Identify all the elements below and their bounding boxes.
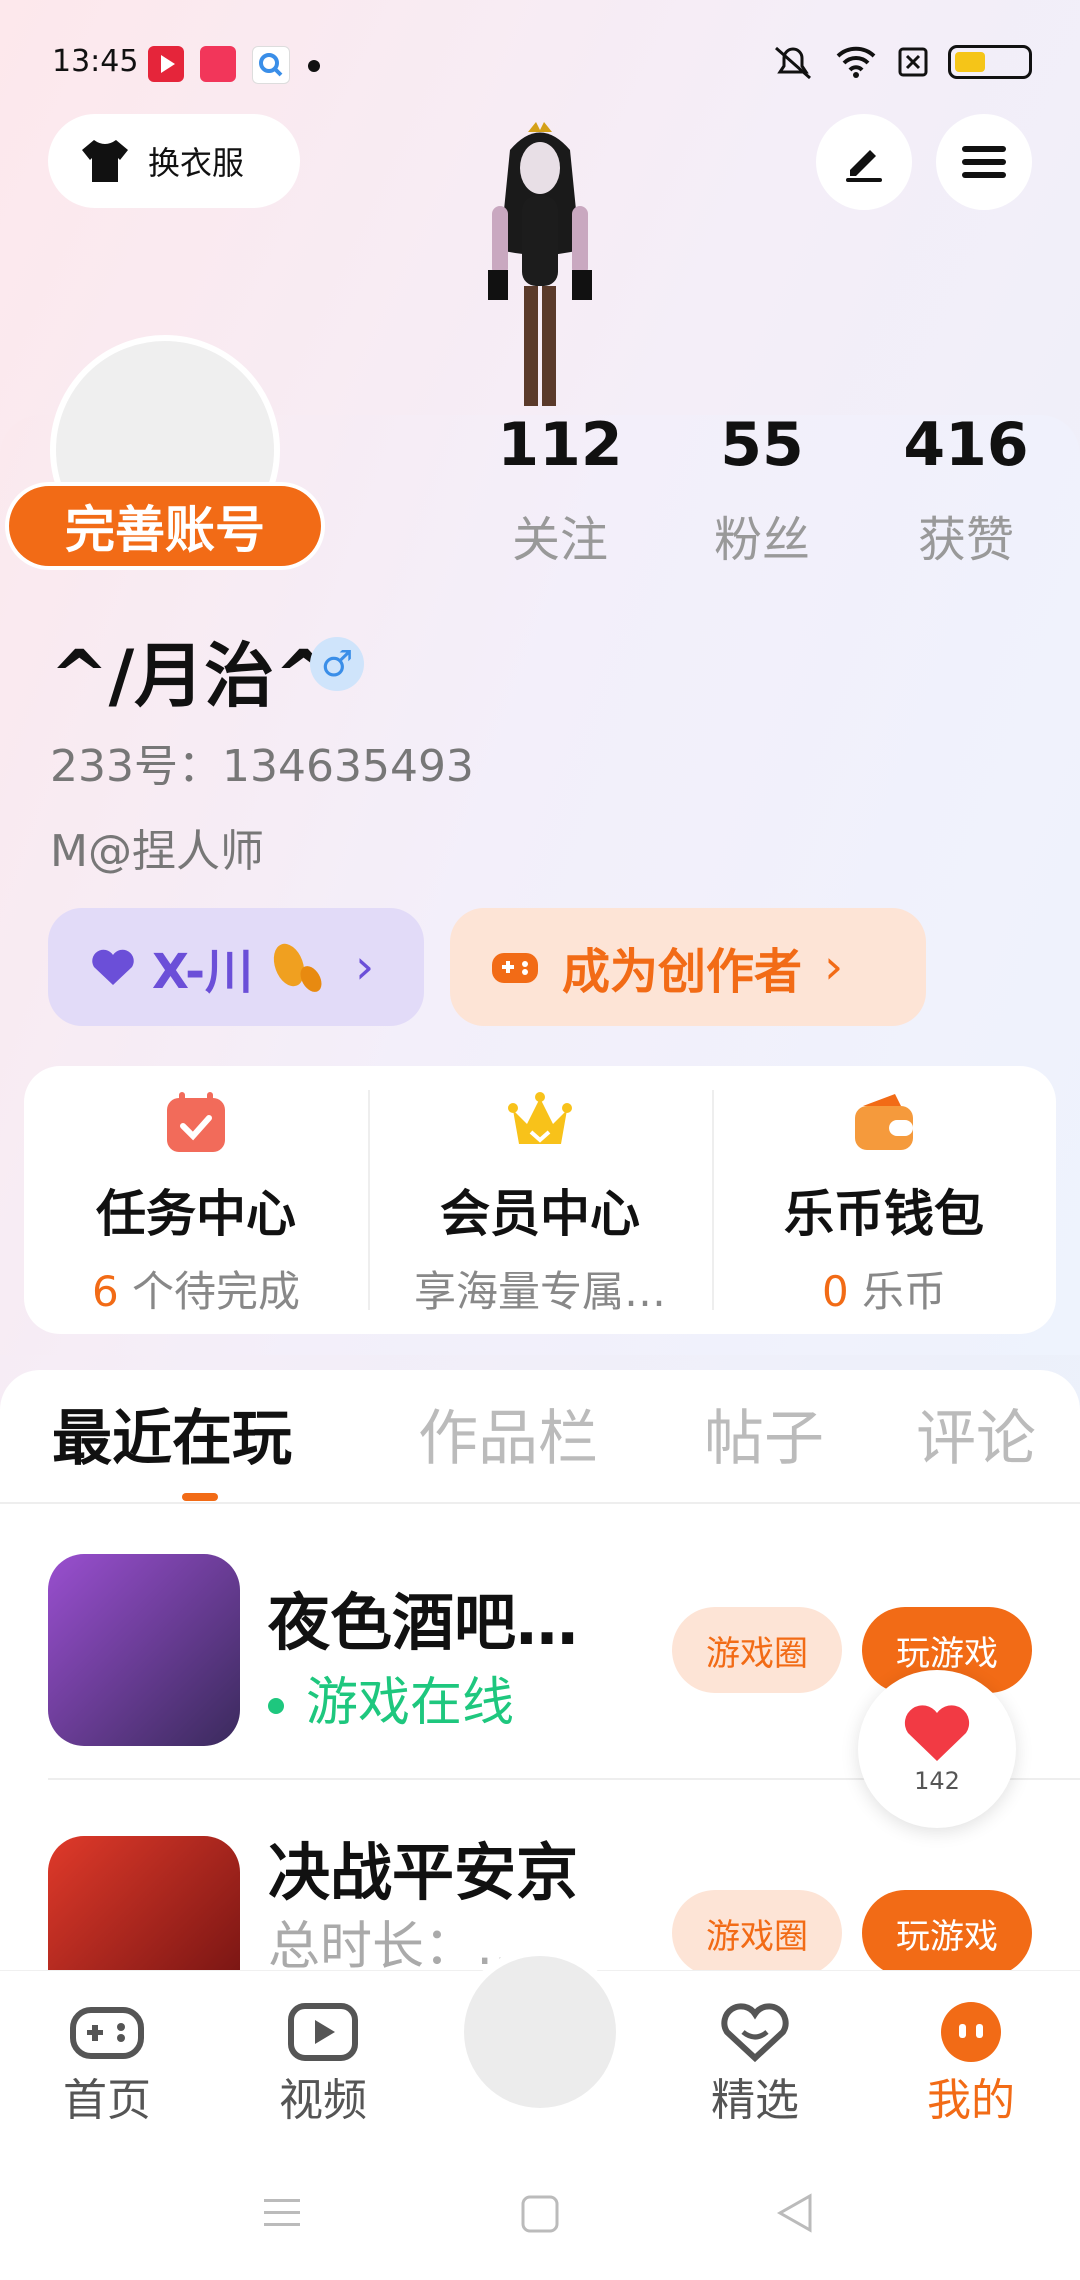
leaf-icon [273, 943, 322, 992]
become-creator-button[interactable]: 成为创作者 › [450, 908, 926, 1026]
sim-icon [898, 47, 928, 77]
followers-label: 粉丝 [713, 512, 810, 568]
wifi-icon [836, 46, 876, 78]
user-id: 233号：134635493 [50, 741, 474, 792]
member-center-title: 会员中心 [440, 1185, 640, 1243]
tab-divider [0, 1502, 1080, 1504]
gamepad-icon [70, 2007, 144, 2059]
member-center-item[interactable]: 会员中心 享海量专属… [368, 1066, 712, 1334]
wallet-title: 乐币钱包 [784, 1185, 984, 1243]
status-indicators [770, 44, 1032, 80]
following-label: 关注 [511, 512, 608, 568]
vip-label: X-川 [152, 944, 254, 1000]
nav-me[interactable]: 我的 [896, 2000, 1046, 2128]
video-app-icon [200, 46, 236, 82]
followers-count: 55 [720, 410, 804, 480]
complete-account-button[interactable]: 完善账号 [5, 482, 325, 570]
followers-stat[interactable]: 55 粉丝 [682, 410, 842, 570]
video-play-icon [288, 2003, 358, 2061]
play-game-button[interactable]: 玩游戏 [862, 1890, 1032, 1970]
likes-label: 获赞 [917, 512, 1014, 568]
tab-posts[interactable]: 帖子 [704, 1390, 824, 1477]
avatar-character-figure[interactable] [440, 120, 640, 420]
heart-icon [92, 949, 134, 985]
floating-likes-button[interactable]: 142 [858, 1670, 1016, 1828]
mute-icon [775, 46, 811, 80]
gamepad-icon [492, 953, 538, 983]
game-title: 决战平安京 [268, 1836, 579, 1909]
become-creator-label: 成为创作者 [562, 944, 803, 1000]
nav-video-label: 视频 [279, 2075, 367, 2126]
nav-featured[interactable]: 精选 [680, 2000, 830, 2128]
menu-button[interactable] [936, 114, 1032, 210]
tab-indicator [182, 1493, 218, 1501]
bio: M@捏人师 [50, 826, 264, 877]
nav-home[interactable]: 首页 [32, 2000, 182, 2128]
notification-dot-icon [308, 60, 320, 72]
quick-menu: 任务中心 6 个待完成 会员中心 享海量专属… 乐币钱包 0 乐币 [24, 1066, 1056, 1334]
wallet-icon [855, 1094, 913, 1150]
game-icon [48, 1836, 240, 1970]
creator-chevron-icon: › [824, 939, 844, 995]
red-heart-icon [904, 1705, 970, 1761]
task-center-item[interactable]: 任务中心 6 个待完成 [24, 1066, 368, 1334]
status-time: 13:45 [52, 44, 139, 79]
task-center-title: 任务中心 [96, 1185, 296, 1243]
nav-me-label: 我的 [927, 2075, 1015, 2126]
calendar-check-icon [167, 1092, 225, 1152]
game-circle-button[interactable]: 游戏圈 [672, 1607, 842, 1693]
nickname: ^/月治^ [50, 635, 333, 717]
recent-apps-icon[interactable] [262, 2195, 302, 2231]
likes-count: 416 [903, 410, 1029, 480]
battery-icon [948, 45, 1032, 79]
likes-stat[interactable]: 416 获赞 [886, 410, 1046, 570]
wallet-item[interactable]: 乐币钱包 0 乐币 [712, 1066, 1056, 1334]
game-status: 游戏在线 [268, 1660, 514, 1735]
vip-badge-button[interactable]: X-川 › [48, 908, 424, 1026]
likes-bubble-count: 142 [914, 1767, 960, 1795]
tab-works[interactable]: 作品栏 [418, 1390, 598, 1477]
edit-pen-icon [846, 150, 882, 182]
crown-icon [508, 1092, 572, 1144]
change-outfit-button[interactable]: 换衣服 [48, 114, 300, 208]
nav-video[interactable]: 视频 [248, 2000, 398, 2128]
game-status: 总时长：… [268, 1917, 529, 1970]
wallet-sub: 0 乐币 [821, 1267, 947, 1316]
search-app-icon [252, 46, 290, 84]
edit-button[interactable] [816, 114, 912, 210]
profile-face-icon [941, 2002, 1001, 2062]
male-gender-icon: ♂ [310, 637, 364, 691]
member-center-sub: 享海量专属… [413, 1267, 666, 1316]
change-outfit-label: 换衣服 [148, 144, 245, 182]
tshirt-icon [82, 140, 128, 182]
game-icon [48, 1554, 240, 1746]
nav-home-label: 首页 [63, 2075, 151, 2126]
tab-comments[interactable]: 评论 [916, 1390, 1036, 1477]
home-square-icon[interactable] [520, 2194, 560, 2234]
vip-chevron-icon: › [355, 939, 375, 995]
center-avatar-button[interactable] [456, 1948, 624, 2116]
back-triangle-icon[interactable] [776, 2192, 816, 2234]
following-stat[interactable]: 112 关注 [480, 410, 640, 570]
heart-chat-icon [721, 2003, 789, 2063]
online-dot-icon [268, 1698, 284, 1714]
hamburger-menu-icon [962, 146, 1006, 178]
game-title: 夜色酒吧… [268, 1586, 579, 1659]
task-center-sub: 6 个待完成 [91, 1267, 301, 1316]
game-circle-button[interactable]: 游戏圈 [672, 1890, 842, 1970]
youtube-app-icon [148, 46, 184, 82]
nav-featured-label: 精选 [711, 2075, 799, 2126]
tab-recently-played[interactable]: 最近在玩 [52, 1390, 292, 1477]
following-count: 112 [497, 410, 623, 480]
